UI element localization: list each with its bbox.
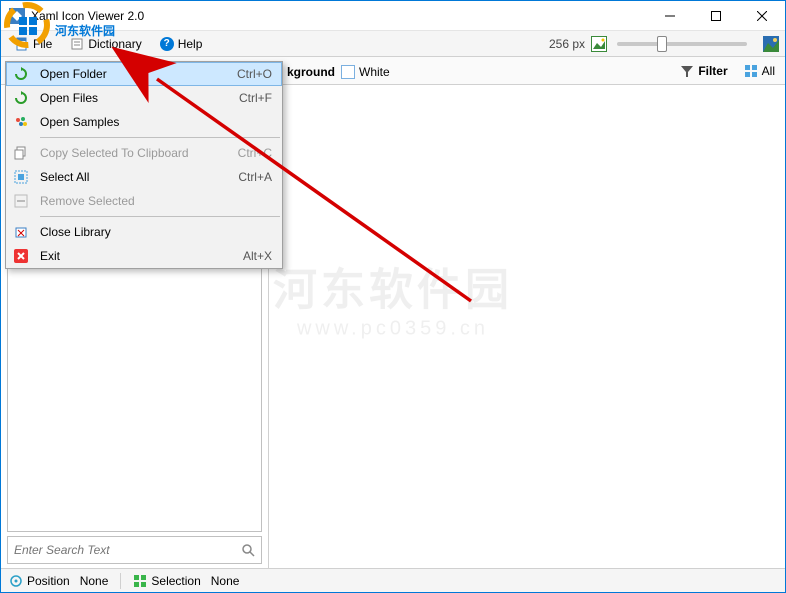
menu-item-shortcut: Ctrl+O (237, 67, 272, 81)
menu-item-open-samples[interactable]: Open Samples (6, 110, 282, 134)
search-icon (241, 543, 255, 557)
menu-item-remove-selected: Remove Selected (6, 189, 282, 213)
refresh-green-icon (12, 67, 30, 81)
menu-item-exit[interactable]: ExitAlt+X (6, 244, 282, 268)
menu-item-label: Open Samples (40, 115, 272, 129)
copy-icon (12, 146, 30, 160)
app-icon (9, 8, 25, 24)
file-icon (15, 37, 29, 51)
close-library-icon (12, 225, 30, 239)
menu-item-label: Open Files (40, 91, 239, 105)
all-button[interactable]: All (740, 62, 779, 80)
target-icon (9, 574, 23, 588)
menu-file[interactable]: File (7, 34, 60, 54)
size-label: 256 px (549, 37, 585, 51)
white-swatch-icon[interactable]: White (341, 65, 390, 79)
search-row (7, 536, 262, 564)
close-button[interactable] (739, 1, 785, 30)
menu-item-copy-selected-to-clipboard: Copy Selected To ClipboardCtrl+C (6, 141, 282, 165)
menu-item-label: Copy Selected To Clipboard (40, 146, 238, 160)
zoom-slider[interactable] (617, 42, 747, 46)
refresh-green-icon (12, 91, 30, 105)
menu-item-label: Remove Selected (40, 194, 272, 208)
menu-item-label: Exit (40, 249, 243, 263)
file-context-menu: Open FolderCtrl+OOpen FilesCtrl+FOpen Sa… (5, 61, 283, 269)
menu-item-shortcut: Ctrl+F (239, 91, 272, 105)
help-icon: ? (160, 37, 174, 51)
menu-item-shortcut: Ctrl+C (238, 146, 272, 160)
exit-red-icon (12, 249, 30, 263)
menu-item-label: Select All (40, 170, 238, 184)
search-button[interactable] (235, 543, 261, 557)
status-position: Position None (9, 574, 108, 588)
menu-item-label: Close Library (40, 225, 272, 239)
statusbar: Position None Selection None (1, 568, 785, 592)
menu-item-label: Open Folder (40, 67, 237, 81)
minimize-button[interactable] (647, 1, 693, 30)
titlebar: Xaml Icon Viewer 2.0 (1, 1, 785, 31)
filter-button[interactable]: Filter (676, 62, 731, 80)
menu-separator (40, 137, 280, 138)
menu-item-open-folder[interactable]: Open FolderCtrl+O (6, 62, 282, 86)
menu-help[interactable]: ? Help (152, 34, 211, 54)
slider-thumb[interactable] (657, 36, 667, 52)
status-selection: Selection None (133, 574, 239, 588)
dictionary-icon (70, 37, 84, 51)
app-window: Xaml Icon Viewer 2.0 File Dictionary ? H… (0, 0, 786, 593)
menu-item-shortcut: Alt+X (243, 249, 272, 263)
search-input[interactable] (8, 539, 235, 561)
filter-icon (680, 64, 694, 78)
toolbar-background-partial: kground White (287, 61, 390, 83)
select-all-icon (12, 170, 30, 184)
menu-item-select-all[interactable]: Select AllCtrl+A (6, 165, 282, 189)
grid-icon (744, 64, 758, 78)
image-large-icon (763, 36, 779, 52)
maximize-button[interactable] (693, 1, 739, 30)
palette-icon (12, 115, 30, 129)
menubar: File Dictionary ? Help 256 px (1, 31, 785, 57)
menu-dictionary[interactable]: Dictionary (62, 34, 149, 54)
window-controls (647, 1, 785, 30)
menu-separator (40, 216, 280, 217)
selection-icon (133, 574, 147, 588)
status-separator (120, 573, 121, 589)
menu-item-shortcut: Ctrl+A (238, 170, 272, 184)
window-title: Xaml Icon Viewer 2.0 (31, 9, 647, 23)
remove-icon (12, 194, 30, 208)
icon-canvas[interactable] (269, 85, 785, 568)
menu-item-open-files[interactable]: Open FilesCtrl+F (6, 86, 282, 110)
menu-item-close-library[interactable]: Close Library (6, 220, 282, 244)
image-size-icon (591, 36, 607, 52)
